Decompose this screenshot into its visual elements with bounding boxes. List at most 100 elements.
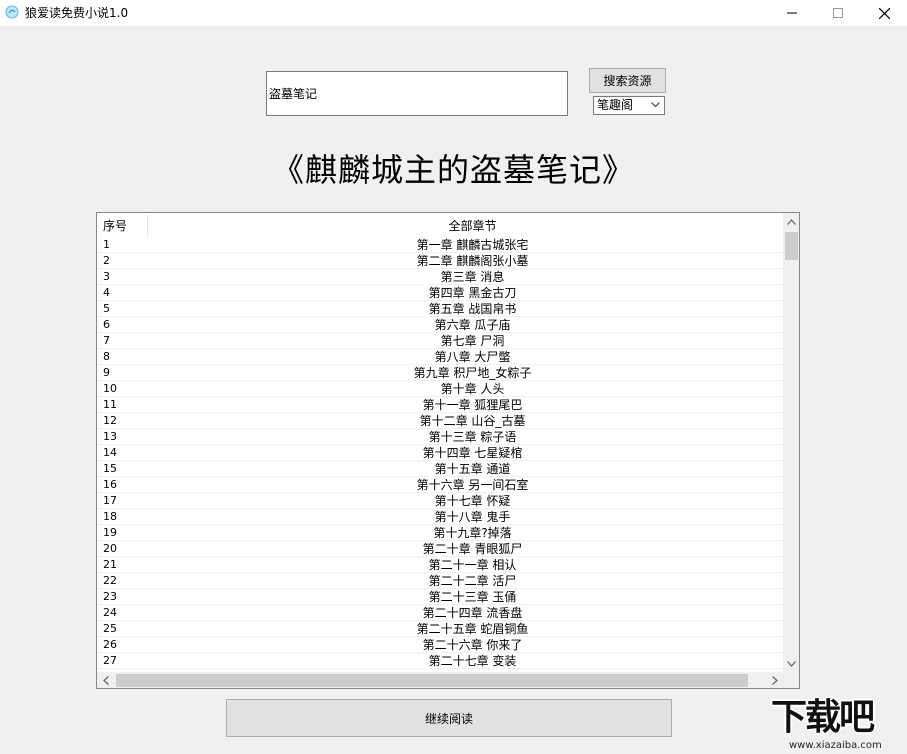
chapter-list[interactable]: 序号 全部章节 1 第一章 麒麟古城张宅 2 第二章 麒麟阁张小墓 3 第三章 消息 4 第四… bbox=[96, 212, 800, 689]
watermark-main: 下载吧 bbox=[771, 697, 875, 738]
chapter-title: 第二十章 青眼狐尸 bbox=[422, 542, 523, 556]
chapter-rows: 1 第一章 麒麟古城张宅 2 第二章 麒麟阁张小墓 3 第三章 消息 4 第四章 黑金古刀 5 第… bbox=[97, 237, 783, 669]
chapter-num: 3 bbox=[103, 270, 110, 283]
chapter-num: 2 bbox=[103, 254, 110, 267]
chapter-row[interactable]: 1 第一章 麒麟古城张宅 bbox=[97, 237, 783, 253]
watermark-url: www.xiazaiba.com bbox=[789, 740, 882, 751]
chapter-num: 6 bbox=[103, 318, 110, 331]
chapter-num: 20 bbox=[103, 542, 117, 555]
chapter-num: 4 bbox=[103, 286, 110, 299]
chapter-num: 15 bbox=[103, 462, 117, 475]
chapter-row[interactable]: 4 第四章 黑金古刀 bbox=[97, 285, 783, 301]
chapter-num: 14 bbox=[103, 446, 117, 459]
vertical-scrollbar[interactable] bbox=[783, 213, 799, 672]
chapter-row[interactable]: 8 第八章 大尸蟞 bbox=[97, 349, 783, 365]
chapter-row[interactable]: 16 第十六章 另一间石室 bbox=[97, 477, 783, 493]
minimize-button[interactable] bbox=[769, 0, 815, 26]
chevron-right-icon bbox=[771, 676, 778, 685]
scroll-left-button[interactable] bbox=[97, 672, 114, 688]
chapter-num: 27 bbox=[103, 654, 117, 667]
header-chapter[interactable]: 全部章节 bbox=[148, 219, 797, 233]
continue-reading-button[interactable]: 继续阅读 bbox=[226, 699, 672, 737]
chapter-row[interactable]: 23 第二十三章 玉俑 bbox=[97, 589, 783, 605]
chapter-title: 第二十一章 相认 bbox=[428, 558, 517, 572]
chapter-title: 第一章 麒麟古城张宅 bbox=[416, 238, 529, 252]
chapter-num: 19 bbox=[103, 526, 117, 539]
chapter-title: 第三章 消息 bbox=[440, 270, 505, 284]
chapter-row[interactable]: 5 第五章 战国帛书 bbox=[97, 301, 783, 317]
scroll-down-button[interactable] bbox=[783, 655, 799, 672]
chevron-down-icon bbox=[787, 660, 796, 667]
horizontal-scrollbar[interactable] bbox=[97, 672, 783, 688]
header-num[interactable]: 序号 bbox=[103, 219, 127, 233]
chapter-title: 第二十七章 变装 bbox=[428, 654, 517, 668]
search-input[interactable]: 盗墓笔记 bbox=[266, 71, 568, 116]
title-bar: 狼爱读免费小说1.0 bbox=[0, 0, 907, 26]
chapter-num: 8 bbox=[103, 350, 110, 363]
chapter-num: 12 bbox=[103, 414, 117, 427]
chapter-row[interactable]: 6 第六章 瓜子庙 bbox=[97, 317, 783, 333]
chapter-row[interactable]: 20 第二十章 青眼狐尸 bbox=[97, 541, 783, 557]
chapter-row[interactable]: 25 第二十五章 蛇眉铜鱼 bbox=[97, 621, 783, 637]
chapter-row[interactable]: 10 第十章 人头 bbox=[97, 381, 783, 397]
scrollbar-corner bbox=[783, 672, 799, 688]
chapter-num: 7 bbox=[103, 334, 110, 347]
chapter-row[interactable]: 26 第二十六章 你来了 bbox=[97, 637, 783, 653]
chapter-row[interactable]: 27 第二十七章 变装 bbox=[97, 653, 783, 669]
chapter-num: 13 bbox=[103, 430, 117, 443]
minimize-icon bbox=[787, 12, 797, 14]
vertical-scroll-thumb[interactable] bbox=[785, 232, 798, 260]
app-icon bbox=[5, 5, 19, 19]
chapter-num: 23 bbox=[103, 590, 117, 603]
search-button[interactable]: 搜索资源 bbox=[589, 68, 666, 93]
chapter-num: 22 bbox=[103, 574, 117, 587]
book-title: 《麒麟城主的盗墓笔记》 bbox=[271, 151, 635, 189]
chapter-row[interactable]: 21 第二十一章 相认 bbox=[97, 557, 783, 573]
chapter-row[interactable]: 2 第二章 麒麟阁张小墓 bbox=[97, 253, 783, 269]
chapter-title: 第六章 瓜子庙 bbox=[434, 318, 511, 332]
chapter-row[interactable]: 14 第十四章 七星疑棺 bbox=[97, 445, 783, 461]
chapter-row[interactable]: 12 第十二章 山谷_古墓 bbox=[97, 413, 783, 429]
chapter-title: 第二十五章 蛇眉铜鱼 bbox=[416, 622, 529, 636]
chapter-title: 第十六章 另一间石室 bbox=[416, 478, 529, 492]
horizontal-scroll-thumb[interactable] bbox=[116, 674, 748, 687]
chapter-row[interactable]: 11 第十一章 狐狸尾巴 bbox=[97, 397, 783, 413]
chevron-up-icon bbox=[787, 218, 796, 225]
chapter-row[interactable]: 9 第九章 积尸地_女粽子 bbox=[97, 365, 783, 381]
source-select[interactable]: 笔趣阁 bbox=[593, 96, 665, 115]
chapter-title: 第九章 积尸地_女粽子 bbox=[413, 366, 532, 380]
chapter-row[interactable]: 13 第十三章 粽子语 bbox=[97, 429, 783, 445]
chapter-row[interactable]: 19 第十九章?掉落 bbox=[97, 525, 783, 541]
scroll-up-button[interactable] bbox=[783, 213, 799, 230]
chapter-num: 16 bbox=[103, 478, 117, 491]
chapter-num: 18 bbox=[103, 510, 117, 523]
chapter-num: 24 bbox=[103, 606, 117, 619]
chapter-title: 第二十六章 你来了 bbox=[422, 638, 523, 652]
close-button[interactable] bbox=[861, 0, 907, 26]
chapter-row[interactable]: 24 第二十四章 流香盘 bbox=[97, 605, 783, 621]
chapter-title: 第十三章 粽子语 bbox=[428, 430, 517, 444]
chapter-title: 第五章 战国帛书 bbox=[428, 302, 517, 316]
maximize-button[interactable] bbox=[815, 0, 861, 26]
chapter-title: 第二章 麒麟阁张小墓 bbox=[416, 254, 529, 268]
chapter-row[interactable]: 15 第十五章 通道 bbox=[97, 461, 783, 477]
chevron-down-icon bbox=[651, 102, 660, 108]
chapter-title: 第二十四章 流香盘 bbox=[422, 606, 523, 620]
chapter-title: 第十八章 鬼手 bbox=[434, 510, 511, 524]
chapter-num: 17 bbox=[103, 494, 117, 507]
chapter-title: 第十四章 七星疑棺 bbox=[422, 446, 523, 460]
source-select-value: 笔趣阁 bbox=[597, 98, 634, 112]
chapter-title: 第十九章?掉落 bbox=[433, 526, 512, 540]
chapter-row[interactable]: 17 第十七章 怀疑 bbox=[97, 493, 783, 509]
chapter-title: 第十二章 山谷_古墓 bbox=[419, 414, 526, 428]
chapter-row[interactable]: 3 第三章 消息 bbox=[97, 269, 783, 285]
chapter-num: 25 bbox=[103, 622, 117, 635]
chapter-title: 第八章 大尸蟞 bbox=[434, 350, 511, 364]
list-header: 序号 全部章节 bbox=[97, 213, 783, 237]
chapter-row[interactable]: 18 第十八章 鬼手 bbox=[97, 509, 783, 525]
scroll-right-button[interactable] bbox=[766, 672, 783, 688]
chapter-row[interactable]: 22 第二十二章 活尸 bbox=[97, 573, 783, 589]
chapter-row[interactable]: 7 第七章 尸洞 bbox=[97, 333, 783, 349]
chapter-num: 5 bbox=[103, 302, 110, 315]
chapter-num: 26 bbox=[103, 638, 117, 651]
